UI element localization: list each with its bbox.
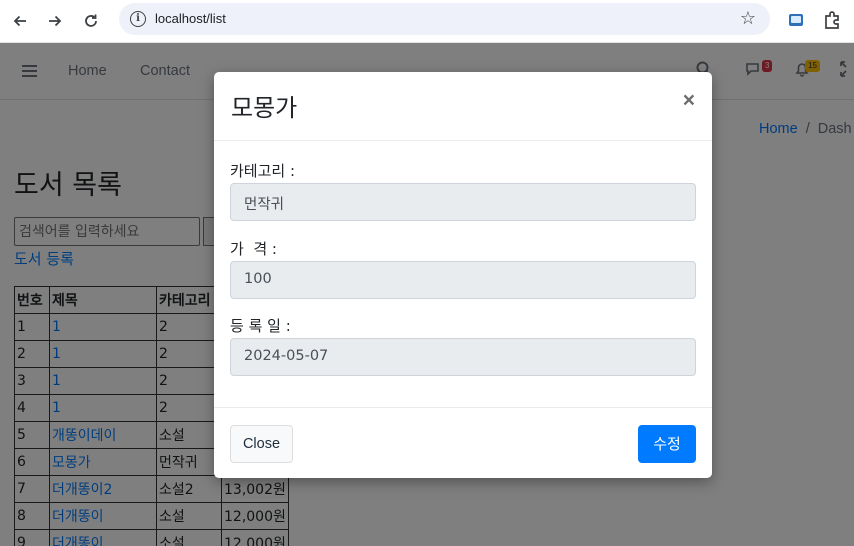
bookmark-star-icon[interactable]: ☆ bbox=[740, 8, 756, 29]
address-bar[interactable]: i localhost/list ☆ bbox=[119, 3, 770, 35]
extensions-puzzle-icon[interactable] bbox=[822, 9, 844, 31]
close-icon[interactable]: × bbox=[683, 89, 695, 113]
category-label: 카테고리 : bbox=[230, 162, 296, 180]
back-arrow-icon[interactable] bbox=[7, 8, 33, 34]
modal-header: 모몽가 × bbox=[214, 72, 712, 141]
category-field[interactable]: 먼작귀 bbox=[230, 183, 696, 221]
close-button[interactable]: Close bbox=[230, 425, 293, 463]
price-field-group: 가 격 : 100 bbox=[230, 238, 696, 299]
price-field[interactable]: 100 bbox=[230, 261, 696, 299]
book-detail-modal: 모몽가 × 카테고리 : 먼작귀 가 격 : 100 등 록 일 : 2024-… bbox=[214, 72, 712, 478]
modal-title: 모몽가 bbox=[231, 94, 298, 122]
site-info-icon[interactable]: i bbox=[130, 11, 146, 27]
reg-date-field-group: 등 록 일 : 2024-05-07 bbox=[230, 315, 696, 376]
edit-button[interactable]: 수정 bbox=[638, 425, 696, 463]
extension-icon[interactable] bbox=[786, 10, 806, 30]
forward-arrow-icon[interactable] bbox=[42, 8, 68, 34]
modal-footer: Close 수정 bbox=[214, 407, 712, 478]
price-label: 가 격 : bbox=[230, 240, 277, 258]
category-field-group: 카테고리 : 먼작귀 bbox=[230, 160, 696, 221]
reg-date-label: 등 록 일 : bbox=[230, 317, 291, 335]
browser-toolbar: i localhost/list ☆ bbox=[0, 0, 854, 43]
reg-date-field[interactable]: 2024-05-07 bbox=[230, 338, 696, 376]
url-text[interactable]: localhost/list bbox=[155, 11, 226, 26]
reload-icon[interactable] bbox=[78, 8, 104, 34]
